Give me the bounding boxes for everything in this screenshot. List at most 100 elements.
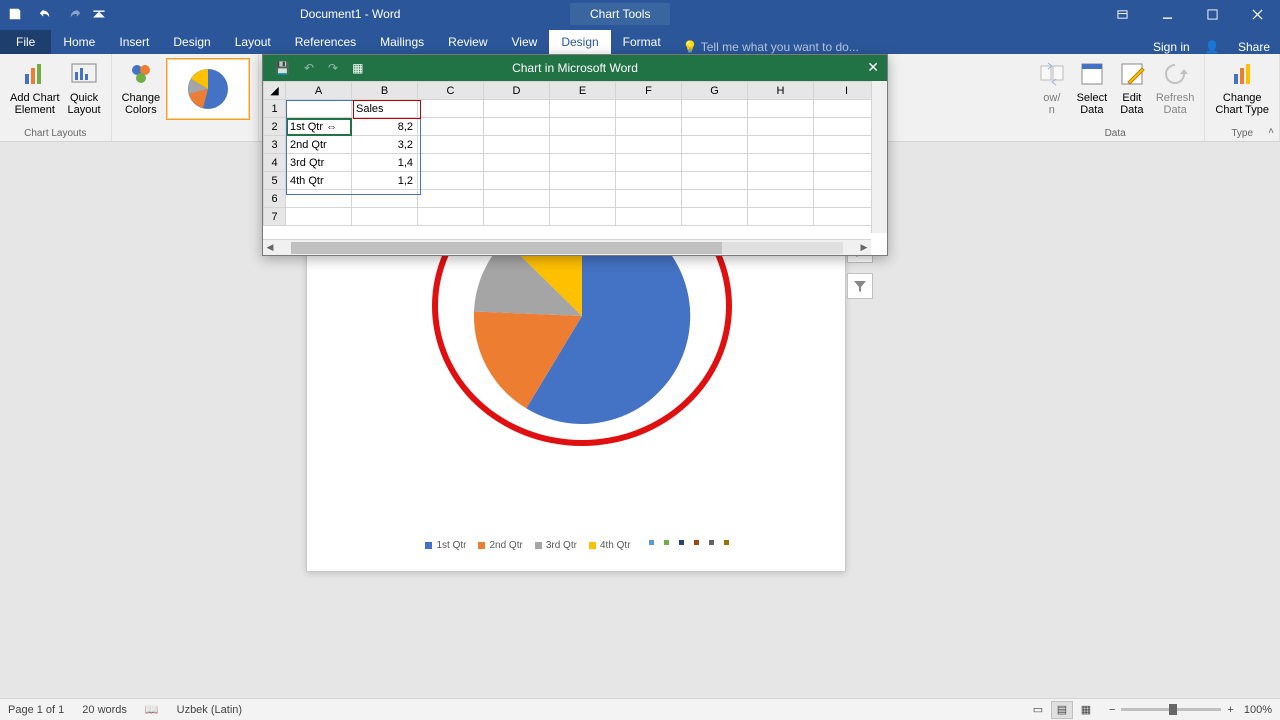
edit-data-button[interactable]: Edit Data (1112, 56, 1152, 118)
maximize-button[interactable] (1190, 0, 1235, 28)
zoom-out-button[interactable]: − (1109, 704, 1115, 716)
chart-legend[interactable]: 1st Qtr 2nd Qtr 3rd Qtr 4th Qtr (317, 540, 837, 551)
tab-layout[interactable]: Layout (223, 30, 283, 54)
select-data-label: Select Data (1077, 92, 1108, 116)
change-colors-label: Change Colors (122, 92, 161, 116)
col-header[interactable]: G (682, 82, 748, 100)
zoom-slider[interactable] (1121, 708, 1221, 711)
select-data-button[interactable]: Select Data (1072, 56, 1112, 118)
sign-in-link[interactable]: Sign in (1153, 40, 1190, 54)
legend-label: 3rd Qtr (546, 540, 577, 551)
change-colors-button[interactable]: Change Colors (118, 56, 165, 118)
ds-save-icon[interactable]: 💾 (275, 61, 290, 75)
cell[interactable]: 4th Qtr (286, 172, 352, 190)
minimize-button[interactable] (1145, 0, 1190, 28)
zoom-control[interactable]: − + 100% (1109, 704, 1272, 716)
switch-row-col-button[interactable]: ow/ n (1032, 56, 1072, 118)
col-header[interactable]: C (418, 82, 484, 100)
select-all-cell[interactable]: ◢ (264, 82, 286, 100)
legend-swatch (478, 542, 485, 549)
tab-mailings[interactable]: Mailings (368, 30, 436, 54)
tab-insert[interactable]: Insert (107, 30, 161, 54)
legend-item[interactable]: 4th Qtr (589, 540, 631, 551)
col-header[interactable]: A (286, 82, 352, 100)
col-header[interactable]: F (616, 82, 682, 100)
redo-button[interactable] (60, 0, 90, 28)
hscroll-thumb[interactable] (291, 242, 722, 254)
scroll-right-icon[interactable]: ▶ (857, 242, 871, 253)
cell[interactable] (286, 100, 352, 118)
row-header[interactable]: 3 (264, 136, 286, 154)
cell[interactable]: 3rd Qtr (286, 154, 352, 172)
zoom-thumb[interactable] (1169, 704, 1177, 715)
change-chart-type-button[interactable]: Change Chart Type (1211, 56, 1273, 118)
legend-item[interactable]: 3rd Qtr (535, 540, 577, 551)
close-button[interactable] (1235, 0, 1280, 28)
tab-chart-design[interactable]: Design (549, 30, 610, 54)
share-button[interactable]: 👤 Share (1205, 40, 1270, 54)
legend-item[interactable]: 2nd Qtr (478, 540, 522, 551)
row-header[interactable]: 2 (264, 118, 286, 136)
cell-selected[interactable]: 1st Qtr ⇔ (286, 118, 352, 136)
chart-filters-button[interactable] (847, 273, 873, 299)
quick-layout-button[interactable]: Quick Layout (64, 56, 105, 118)
col-header[interactable]: I (814, 82, 880, 100)
change-chart-type-label: Change Chart Type (1215, 92, 1269, 116)
tab-design[interactable]: Design (161, 30, 222, 54)
zoom-in-button[interactable]: + (1227, 704, 1233, 716)
switch-row-label: ow/ n (1043, 92, 1060, 116)
zoom-level[interactable]: 100% (1244, 704, 1272, 716)
tab-chart-format[interactable]: Format (611, 30, 673, 54)
ribbon-display-icon[interactable] (1100, 0, 1145, 28)
ds-undo-icon[interactable]: ↶ (304, 61, 314, 75)
view-print-layout[interactable]: ▤ (1051, 701, 1073, 719)
row-header[interactable]: 5 (264, 172, 286, 190)
view-web-layout[interactable]: ▦ (1075, 701, 1097, 719)
save-button[interactable] (0, 0, 30, 28)
col-header[interactable]: D (484, 82, 550, 100)
row-header[interactable]: 4 (264, 154, 286, 172)
tab-home[interactable]: Home (51, 30, 107, 54)
col-header[interactable]: E (550, 82, 616, 100)
qat-customize[interactable] (90, 0, 108, 28)
add-chart-element-button[interactable]: Add Chart Element (6, 56, 64, 118)
tab-references[interactable]: References (283, 30, 368, 54)
legend-swatch (535, 542, 542, 549)
cell[interactable]: 1,2 (352, 172, 418, 190)
quick-layout-icon (68, 58, 100, 90)
datasheet-close-button[interactable]: ✕ (867, 59, 879, 76)
cell[interactable]: 1,4 (352, 154, 418, 172)
status-words[interactable]: 20 words (82, 704, 127, 716)
status-language[interactable]: Uzbek (Latin) (177, 704, 242, 716)
datasheet-grid[interactable]: ◢ A B C D E F G H I 1 Sales 2 1st Qtr ⇔ … (263, 81, 887, 235)
ds-redo-icon[interactable]: ↷ (328, 61, 338, 75)
status-proofing-icon[interactable]: 📖 (145, 703, 159, 716)
refresh-data-button[interactable]: Refresh Data (1152, 56, 1199, 118)
tell-me-input[interactable]: 💡 Tell me what you want to do... (683, 40, 859, 54)
cell[interactable]: Sales (352, 100, 418, 118)
col-header[interactable]: H (748, 82, 814, 100)
tab-file[interactable]: File (0, 30, 51, 54)
group-label-data: Data (1105, 126, 1126, 141)
datasheet-hscroll[interactable]: ◀ ▶ (263, 239, 871, 255)
row-header[interactable]: 6 (264, 190, 286, 208)
undo-button[interactable] (30, 0, 60, 28)
datasheet-vscroll[interactable] (871, 81, 887, 233)
legend-item[interactable]: 1st Qtr (425, 540, 466, 551)
row-header[interactable]: 1 (264, 100, 286, 118)
status-page[interactable]: Page 1 of 1 (8, 704, 64, 716)
view-read-mode[interactable]: ▭ (1027, 701, 1049, 719)
col-header[interactable]: B (352, 82, 418, 100)
cell[interactable]: 3,2 (352, 136, 418, 154)
row-header[interactable]: 7 (264, 208, 286, 226)
scroll-left-icon[interactable]: ◀ (263, 242, 277, 253)
cell[interactable]: 2nd Qtr (286, 136, 352, 154)
collapse-ribbon-button[interactable]: ˄ (1268, 126, 1274, 137)
chart-datasheet-window[interactable]: 💾 ↶ ↷ ▦ Chart in Microsoft Word ✕ ◢ A B … (262, 54, 888, 256)
tab-view[interactable]: View (500, 30, 550, 54)
legend-label: 4th Qtr (600, 540, 631, 551)
cell[interactable]: 8,2 (352, 118, 418, 136)
tab-review[interactable]: Review (436, 30, 499, 54)
chart-style-gallery-item[interactable] (166, 58, 250, 120)
ds-options-icon[interactable]: ▦ (352, 61, 363, 75)
